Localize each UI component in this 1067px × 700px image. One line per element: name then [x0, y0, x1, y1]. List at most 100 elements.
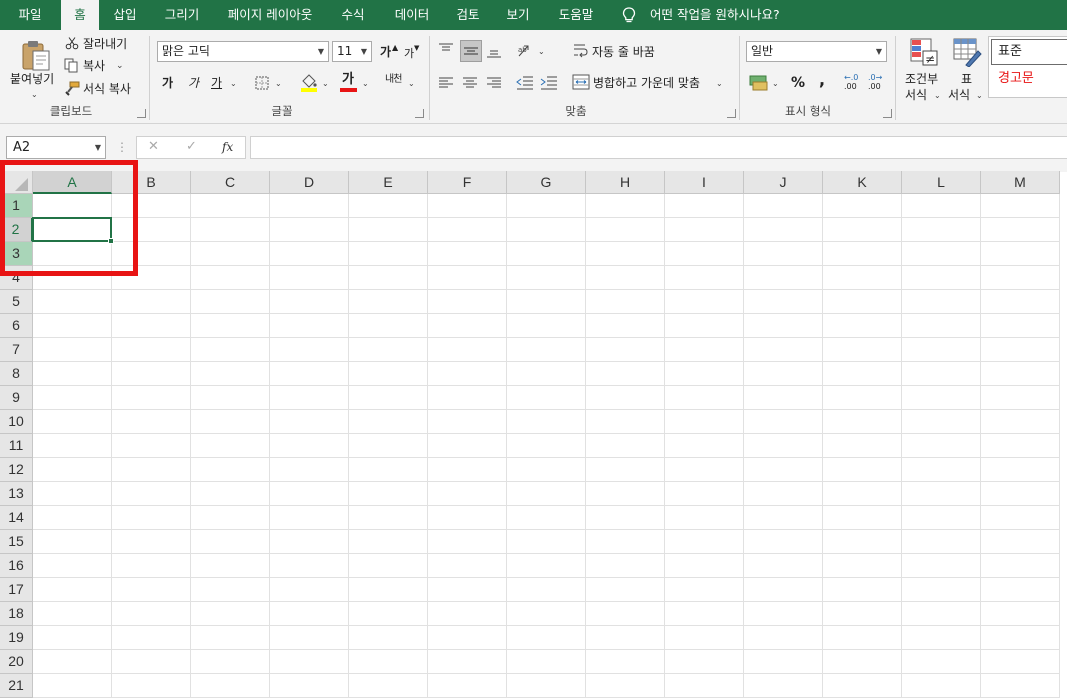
- tab-formulas[interactable]: 수식: [330, 0, 376, 30]
- border-dropdown-icon[interactable]: ⌄: [275, 76, 282, 92]
- copy-icon[interactable]: [64, 58, 79, 73]
- number-format-combobox[interactable]: 일반 ▼: [746, 41, 887, 62]
- grow-font-button[interactable]: 가: [380, 44, 391, 60]
- conditional-formatting-label[interactable]: 조건부: [905, 71, 938, 87]
- conditional-formatting-label-2[interactable]: 서식: [905, 87, 927, 103]
- format-painter-button[interactable]: 서식 복사: [83, 81, 131, 97]
- column-header-I[interactable]: I: [665, 171, 744, 194]
- row-header-15[interactable]: 15: [0, 530, 33, 554]
- font-size-dropdown-icon[interactable]: ▼: [361, 42, 367, 61]
- format-painter-icon[interactable]: [64, 81, 80, 96]
- tab-review[interactable]: 검토: [446, 0, 490, 30]
- alignment-dialog-launcher-icon[interactable]: [727, 109, 736, 118]
- align-left-icon[interactable]: [438, 76, 454, 90]
- align-right-icon[interactable]: [486, 76, 502, 90]
- name-box-dropdown-icon[interactable]: ▼: [95, 137, 101, 158]
- row-header-10[interactable]: 10: [0, 410, 33, 434]
- clipboard-dialog-launcher-icon[interactable]: [137, 109, 146, 118]
- tab-insert[interactable]: 삽입: [104, 0, 146, 30]
- phonetic-dropdown-icon[interactable]: ⌄: [408, 76, 415, 92]
- merge-center-icon[interactable]: [572, 74, 590, 90]
- row-header-21[interactable]: 21: [0, 674, 33, 698]
- row-header-6[interactable]: 6: [0, 314, 33, 338]
- row-header-18[interactable]: 18: [0, 602, 33, 626]
- column-header-E[interactable]: E: [349, 171, 428, 194]
- row-header-1[interactable]: 1: [0, 194, 33, 218]
- conditional-formatting-dropdown-icon[interactable]: ⌄: [934, 88, 941, 104]
- name-box[interactable]: A2 ▼: [6, 136, 106, 159]
- scissors-icon[interactable]: [65, 36, 79, 50]
- row-header-7[interactable]: 7: [0, 338, 33, 362]
- tell-me-search[interactable]: 어떤 작업을 원하시나요?: [650, 0, 780, 30]
- merge-dropdown-icon[interactable]: ⌄: [716, 76, 723, 92]
- row-header-8[interactable]: 8: [0, 362, 33, 386]
- fill-color-dropdown-icon[interactable]: ⌄: [322, 76, 329, 92]
- column-header-J[interactable]: J: [744, 171, 823, 194]
- conditional-formatting-icon[interactable]: ≠: [909, 37, 939, 67]
- text-orientation-icon[interactable]: ab: [516, 42, 534, 60]
- orientation-dropdown-icon[interactable]: ⌄: [538, 44, 545, 60]
- style-warning-label[interactable]: 경고문: [998, 71, 1034, 87]
- row-header-17[interactable]: 17: [0, 578, 33, 602]
- font-color-button[interactable]: 가: [342, 72, 354, 88]
- tab-home[interactable]: 홈: [61, 0, 99, 30]
- column-header-G[interactable]: G: [507, 171, 586, 194]
- currency-dropdown-icon[interactable]: ⌄: [772, 76, 779, 92]
- percent-style-button[interactable]: %: [791, 75, 805, 91]
- column-header-K[interactable]: K: [823, 171, 902, 194]
- shrink-font-button[interactable]: 가: [404, 46, 414, 62]
- number-format-dropdown-icon[interactable]: ▼: [876, 42, 882, 61]
- tab-file[interactable]: 파일: [8, 0, 52, 30]
- column-header-C[interactable]: C: [191, 171, 270, 194]
- tab-data[interactable]: 데이터: [384, 0, 440, 30]
- row-header-19[interactable]: 19: [0, 626, 33, 650]
- tab-draw[interactable]: 그리기: [154, 0, 210, 30]
- fill-handle[interactable]: [108, 238, 114, 244]
- italic-button[interactable]: 가: [188, 75, 199, 91]
- copy-dropdown-chevron-icon[interactable]: ⌄: [116, 58, 124, 74]
- underline-dropdown-icon[interactable]: ⌄: [230, 76, 237, 92]
- decrease-indent-icon[interactable]: [516, 75, 534, 91]
- row-header-2[interactable]: 2: [0, 218, 33, 242]
- row-header-14[interactable]: 14: [0, 506, 33, 530]
- increase-indent-icon[interactable]: [540, 75, 558, 91]
- column-header-D[interactable]: D: [270, 171, 349, 194]
- paste-button[interactable]: 붙여넣기: [10, 71, 54, 87]
- align-center-icon[interactable]: [462, 76, 478, 90]
- wrap-text-icon[interactable]: [573, 42, 589, 58]
- phonetic-guide-button[interactable]: 내천: [385, 72, 402, 88]
- tab-view[interactable]: 보기: [496, 0, 540, 30]
- column-header-M[interactable]: M: [981, 171, 1060, 194]
- tab-page-layout[interactable]: 페이지 레이아웃: [218, 0, 322, 30]
- row-header-5[interactable]: 5: [0, 290, 33, 314]
- bold-button[interactable]: 가: [162, 75, 173, 91]
- format-as-table-dropdown-icon[interactable]: ⌄: [976, 88, 983, 104]
- bottom-align-icon[interactable]: [486, 42, 502, 58]
- format-as-table-label-2[interactable]: 서식: [948, 87, 970, 103]
- font-dialog-launcher-icon[interactable]: [415, 109, 424, 118]
- number-dialog-launcher-icon[interactable]: [883, 109, 892, 118]
- currency-format-icon[interactable]: [749, 73, 769, 91]
- wrap-text-button[interactable]: 자동 줄 바꿈: [592, 44, 655, 60]
- row-header-3[interactable]: 3: [0, 242, 33, 266]
- column-header-F[interactable]: F: [428, 171, 507, 194]
- paste-icon[interactable]: [20, 38, 52, 72]
- paste-dropdown-chevron-icon[interactable]: ⌄: [31, 87, 38, 103]
- fill-color-icon[interactable]: [300, 73, 318, 92]
- row-header-9[interactable]: 9: [0, 386, 33, 410]
- column-header-B[interactable]: B: [112, 171, 191, 194]
- confirm-entry-icon[interactable]: ✓: [186, 139, 197, 155]
- border-icon[interactable]: [255, 76, 269, 90]
- row-header-11[interactable]: 11: [0, 434, 33, 458]
- insert-function-button[interactable]: fx: [222, 139, 233, 155]
- font-color-dropdown-icon[interactable]: ⌄: [362, 76, 369, 92]
- top-align-icon[interactable]: [438, 42, 454, 58]
- column-header-L[interactable]: L: [902, 171, 981, 194]
- row-header-4[interactable]: 4: [0, 266, 33, 290]
- format-as-table-icon[interactable]: [952, 37, 982, 67]
- row-header-20[interactable]: 20: [0, 650, 33, 674]
- formula-input[interactable]: [250, 136, 1067, 159]
- selected-cell[interactable]: [32, 217, 112, 242]
- cut-button[interactable]: 잘라내기: [83, 36, 127, 52]
- row-header-16[interactable]: 16: [0, 554, 33, 578]
